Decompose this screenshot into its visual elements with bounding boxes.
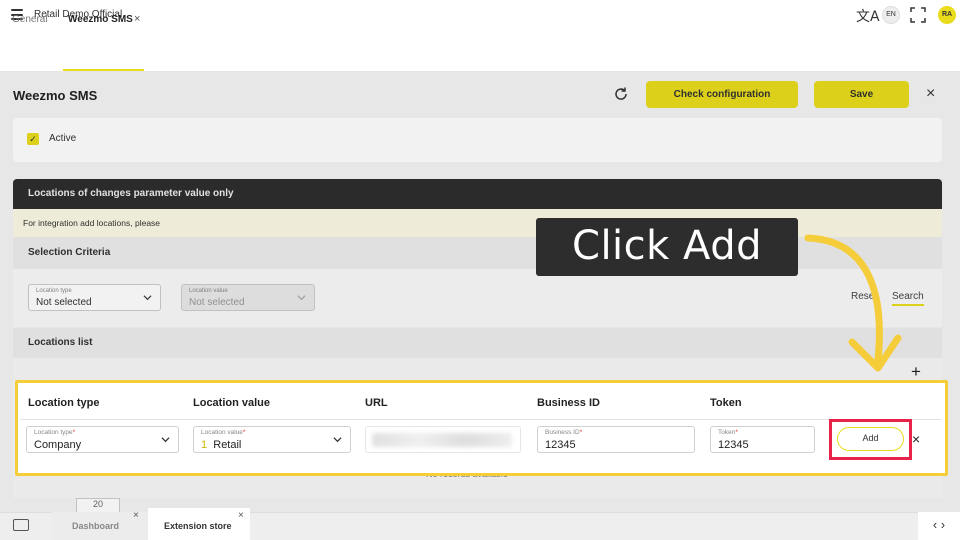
tab-weezmo-sms[interactable]: Weezmo SMS [68,14,133,25]
tab-bar [0,30,960,72]
business-id-field-label: Business ID* [545,429,583,436]
location-type-select[interactable]: Location type* Company [26,426,179,453]
token-field-label: Token* [718,429,738,436]
language-badge[interactable]: EN [882,6,900,24]
location-value-select[interactable]: Location value* 1 Retail [193,426,351,453]
top-bar [0,0,960,30]
active-tab-indicator [63,69,144,71]
location-value-value: 1 Retail [201,439,241,451]
avatar[interactable]: RA [938,6,956,24]
business-id-field[interactable]: Business ID* 12345 [537,426,695,453]
column-header-business-id: Business ID [537,397,600,409]
close-icon[interactable]: × [133,510,139,521]
location-type-value: Company [34,439,82,451]
bottom-tab-dashboard-label: Dashboard [72,521,120,531]
column-header-token: Token [710,397,742,409]
tab-general[interactable]: General [12,14,48,25]
fullscreen-icon[interactable] [910,7,926,23]
curved-arrow-icon [804,234,902,372]
chevron-down-icon [333,437,342,443]
token-value: 12345 [718,439,749,451]
location-type-field-label: Location type* [34,429,76,436]
column-header-location-type: Location type [28,397,100,409]
translate-icon[interactable]: 文A [856,6,880,26]
tab-navigation-arrows[interactable]: ‹ › [918,512,960,540]
token-field[interactable]: Token* 12345 [710,426,815,453]
tab-close-icon[interactable]: × [134,13,140,25]
add-button[interactable]: Add [837,427,904,451]
business-id-value: 12345 [545,439,576,451]
url-redacted [372,433,512,447]
column-header-location-value: Location value [193,397,271,409]
location-value-field-label: Location value* [201,429,246,436]
location-value-index: 1 [201,439,208,451]
close-icon[interactable]: × [238,510,244,521]
bottom-tab-extension-store-label: Extension store [164,521,232,531]
window-icon[interactable] [13,519,29,531]
url-field[interactable] [365,426,521,453]
row-divider [20,419,942,420]
column-header-url: URL [365,397,388,409]
chevron-down-icon [161,437,170,443]
remove-row-icon[interactable]: × [912,431,920,447]
location-value-text: Retail [213,439,242,451]
tutorial-callout-text: Click Add [572,223,762,269]
